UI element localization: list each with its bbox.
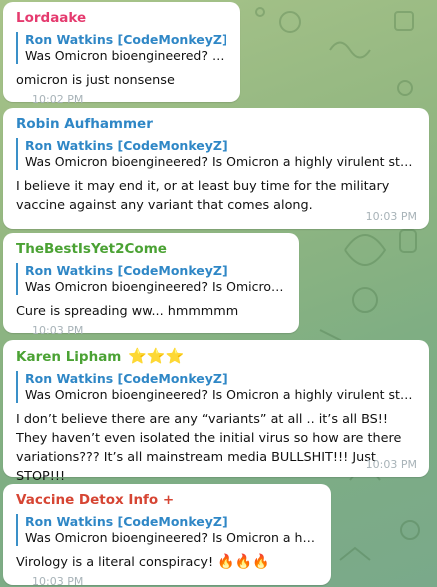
- quoted-author: Ron Watkins [CodeMonkeyZ]: [25, 514, 228, 529]
- message-bubble[interactable]: Lordaake Ron Watkins [CodeMonkeyZ] Was O…: [3, 2, 240, 106]
- message-time: 10:03 PM: [32, 575, 84, 587]
- message-time: 10:03 PM: [365, 210, 417, 223]
- sender-name[interactable]: Robin Aufhammer: [16, 116, 415, 132]
- message-text: Cure is spreading ww... hmmmmm: [16, 304, 239, 319]
- quoted-text: Was Omicron bioengineered? Is Omicron a …: [25, 530, 317, 545]
- message-text: I don’t believe there are any “variants”…: [16, 412, 402, 484]
- message-text: I believe it may end it, or at least buy…: [16, 179, 390, 213]
- fire-emoji-icon: 🔥🔥🔥: [217, 554, 270, 570]
- message-time: 10:03 PM: [365, 458, 417, 471]
- reply-quote[interactable]: Ron Watkins [CodeMonkeyZ] Was Omicron bi…: [16, 138, 415, 170]
- message-bubble[interactable]: Vaccine Detox Info + Ron Watkins [CodeMo…: [3, 484, 331, 587]
- message-time: 10:02 PM: [32, 93, 84, 106]
- sender-name[interactable]: Lordaake: [16, 10, 226, 26]
- sender-name[interactable]: Vaccine Detox Info +: [16, 492, 317, 508]
- reply-quote[interactable]: Ron Watkins [CodeMonkeyZ] Was Omicron bi…: [16, 32, 226, 64]
- message-bubble[interactable]: TheBestIsYet2Come Ron Watkins [CodeMonke…: [3, 233, 299, 337]
- sender-name[interactable]: Karen Lipham: [16, 349, 121, 365]
- sender-name[interactable]: TheBestIsYet2Come: [16, 241, 285, 257]
- star-emoji-icon: ⭐⭐⭐: [128, 347, 185, 365]
- reply-quote[interactable]: Ron Watkins [CodeMonkeyZ] Was Omicron bi…: [16, 371, 415, 403]
- message-text: Virology is a literal conspiracy!: [16, 555, 214, 570]
- message-bubble[interactable]: Karen Lipham ⭐⭐⭐ Ron Watkins [CodeMonkey…: [3, 340, 429, 484]
- message-bubble[interactable]: Robin Aufhammer Ron Watkins [CodeMonkeyZ…: [3, 108, 429, 229]
- quoted-text: Was Omicron bioengineered? Is ...: [25, 48, 226, 63]
- quoted-author: Ron Watkins [CodeMonkeyZ]: [25, 263, 228, 278]
- message-text: omicron is just nonsense: [16, 73, 175, 88]
- quoted-author: Ron Watkins [CodeMonkeyZ]: [25, 371, 228, 386]
- quoted-text: Was Omicron bioengineered? Is Omicron a …: [25, 387, 415, 402]
- reply-quote[interactable]: Ron Watkins [CodeMonkeyZ] Was Omicron bi…: [16, 263, 285, 295]
- reply-quote[interactable]: Ron Watkins [CodeMonkeyZ] Was Omicron bi…: [16, 514, 317, 546]
- quoted-text: Was Omicron bioengineered? Is Omicron ..…: [25, 279, 285, 294]
- quoted-author: Ron Watkins [CodeMonkeyZ]: [25, 138, 228, 153]
- message-time: 10:03 PM: [32, 324, 84, 337]
- quoted-author: Ron Watkins [CodeMonkeyZ]: [25, 32, 226, 47]
- quoted-text: Was Omicron bioengineered? Is Omicron a …: [25, 154, 415, 169]
